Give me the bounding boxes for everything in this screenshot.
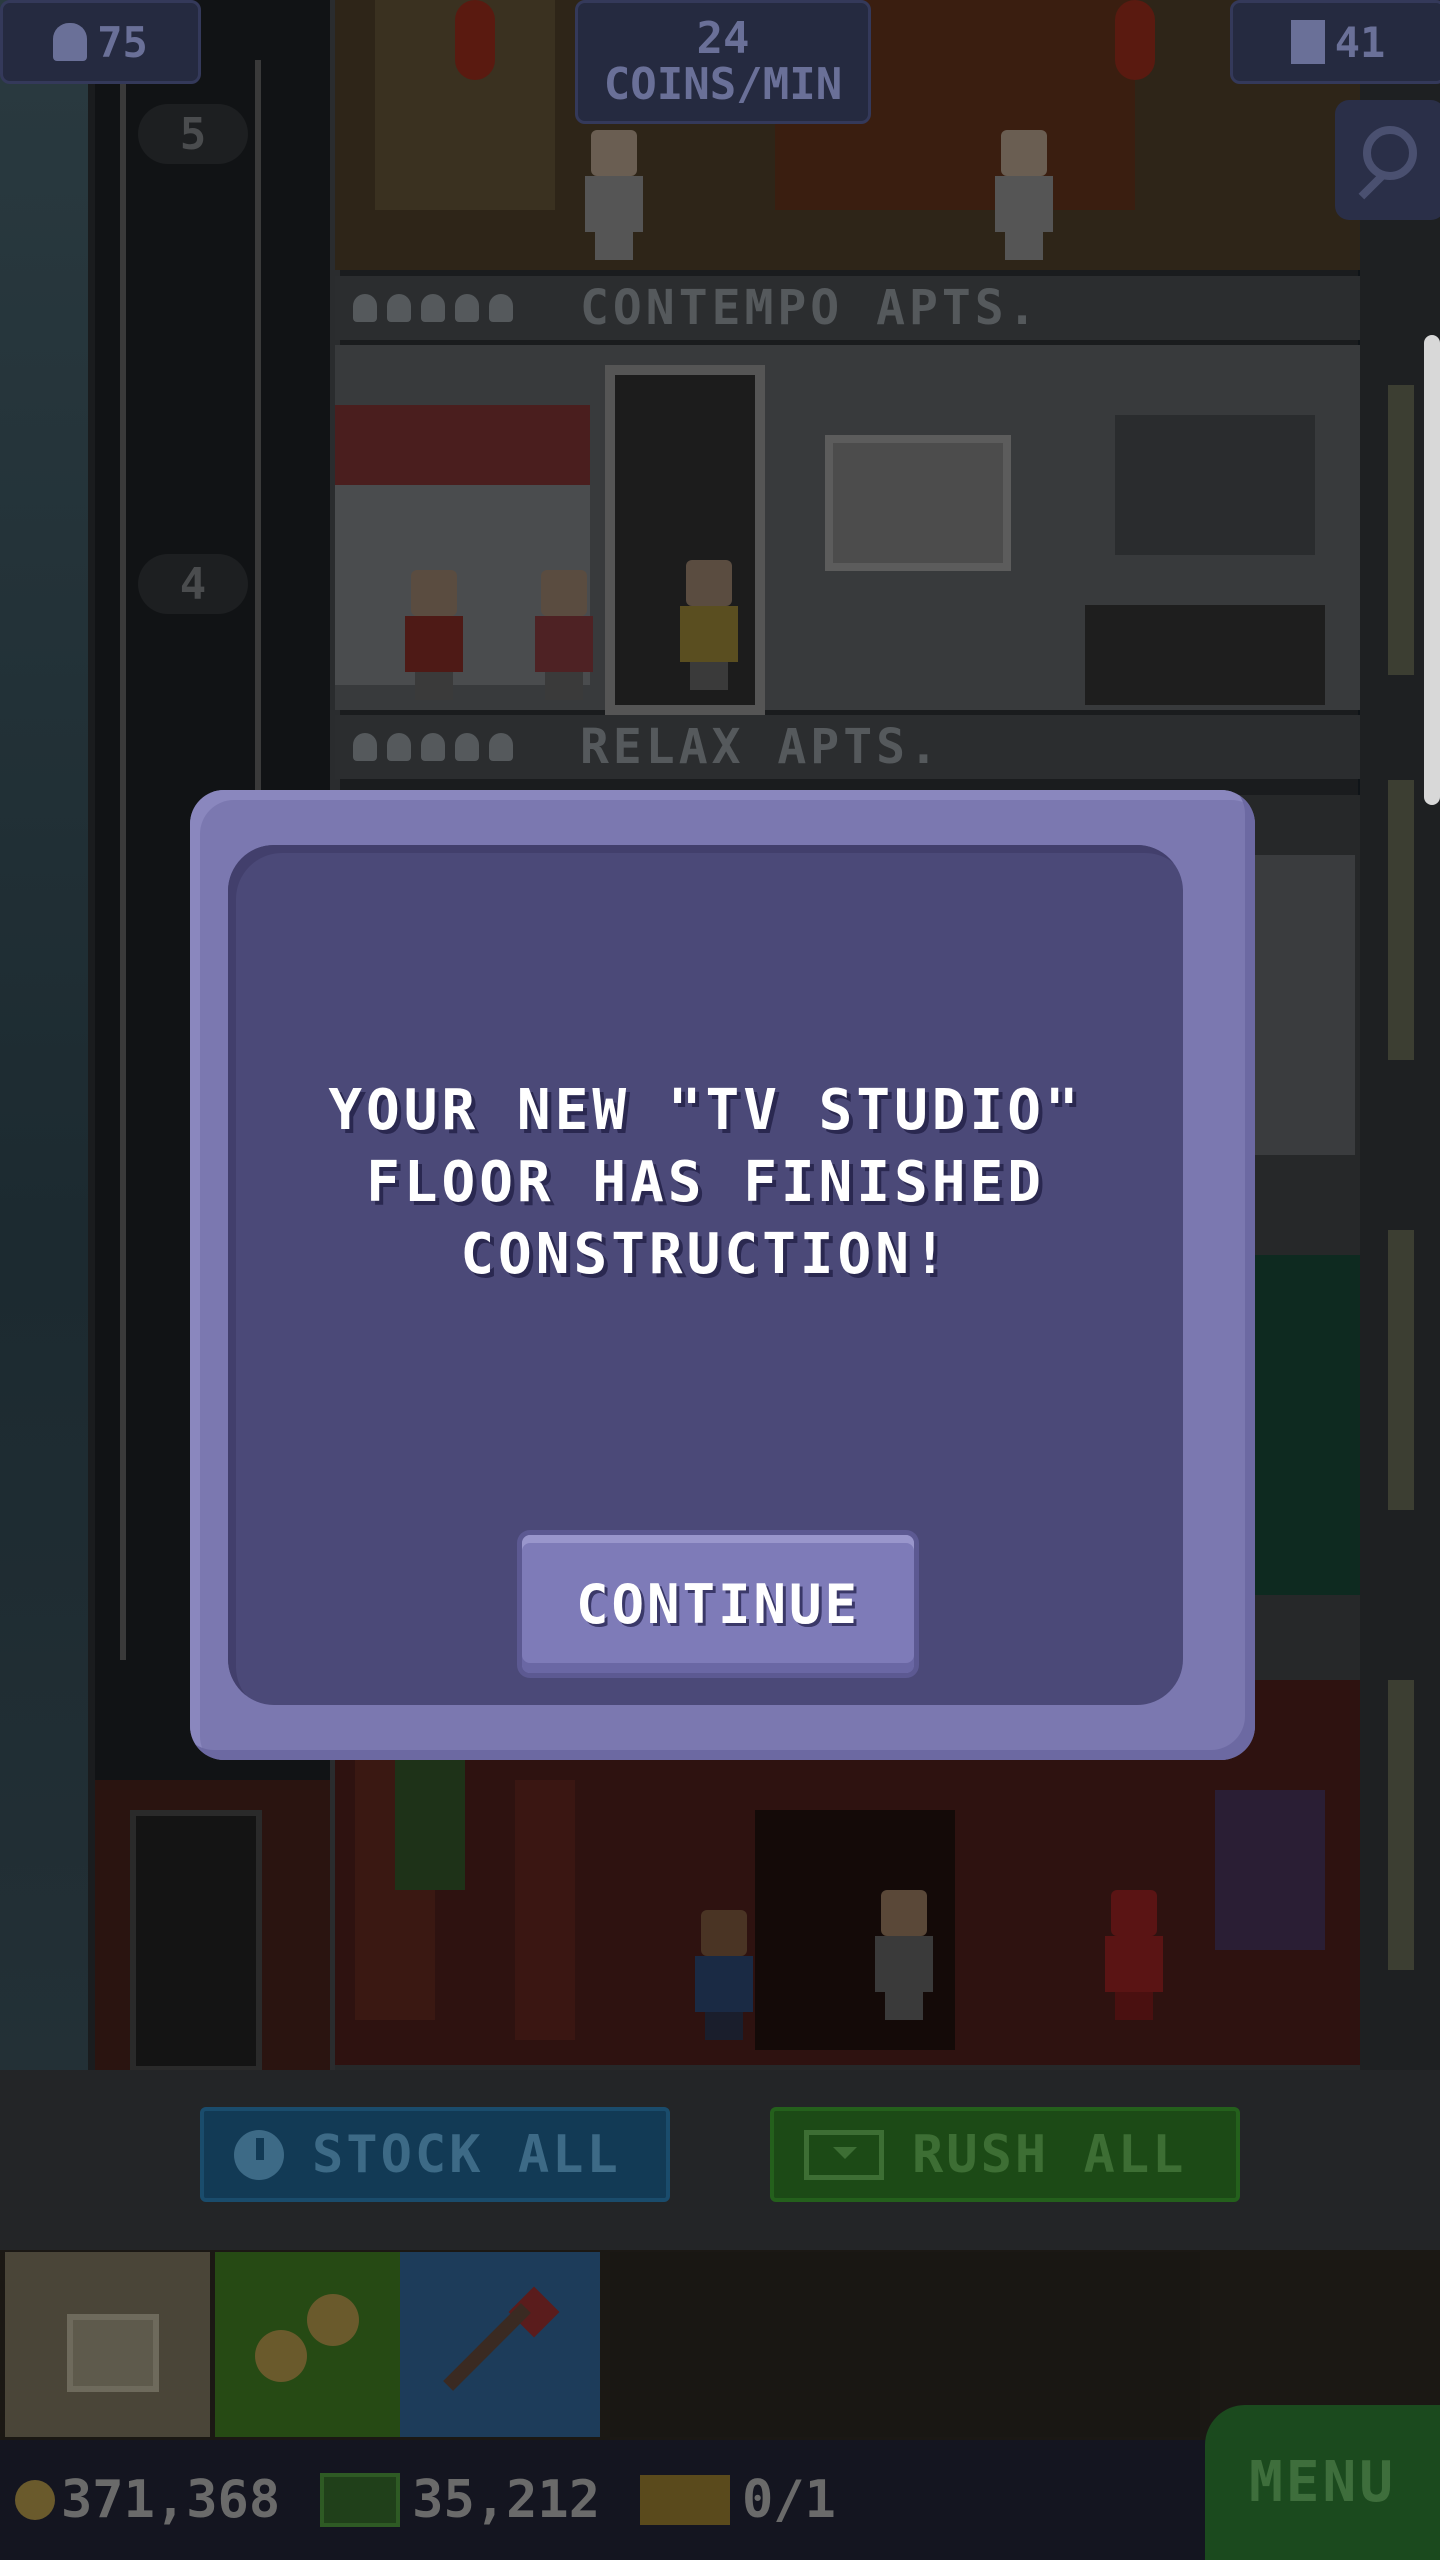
rush-all-button[interactable]: RUSH ALL [770, 2107, 1240, 2202]
bux-icon [320, 2473, 401, 2527]
resident[interactable] [875, 1890, 933, 2020]
resident[interactable] [995, 130, 1053, 260]
residents-icon [353, 733, 513, 761]
elevator-lobby [95, 1780, 330, 2072]
bed [1085, 605, 1325, 705]
side-slot [1388, 1680, 1414, 1970]
resident[interactable] [1105, 1890, 1163, 2020]
resident[interactable] [680, 560, 738, 690]
elevator-cable [120, 60, 126, 1660]
floor-room [335, 345, 1360, 715]
lantern [1115, 0, 1155, 80]
dialog-message-line1: YOUR NEW "TV STUDIO" [328, 1078, 1083, 1143]
person-icon [53, 23, 88, 61]
tickets-value: 0/1 [742, 2470, 836, 2530]
crate-icon[interactable] [5, 2252, 210, 2437]
continue-button[interactable]: CONTINUE [522, 1535, 914, 1673]
coin-icon [15, 2480, 55, 2520]
coins-value: 371,368 [61, 2470, 281, 2530]
coins-per-min-value: 24 [696, 13, 750, 64]
stock-all-button[interactable]: STOCK ALL [200, 2107, 670, 2202]
search-icon[interactable] [1335, 100, 1440, 220]
elevator-car[interactable] [130, 1810, 262, 2072]
clock-icon [234, 2129, 284, 2180]
side-slot [1388, 385, 1414, 675]
resident[interactable] [535, 570, 593, 700]
window [1255, 855, 1355, 1155]
dialog-message: YOUR NEW "TV STUDIO" FLOOR HAS FINISHED … [268, 1075, 1143, 1291]
rush-all-label: RUSH ALL [912, 2124, 1187, 2185]
residents-icon [353, 294, 513, 322]
side-slot [1388, 780, 1414, 1060]
coins-per-min-display[interactable]: 24 COINS/MIN [575, 0, 871, 124]
dialog-message-line2: FLOOR HAS FINISHED [366, 1150, 1045, 1215]
floor-relax-apts[interactable]: RELAX APTS. [335, 345, 1360, 790]
tab-bar-empty [610, 2252, 1200, 2437]
raffle-icon[interactable] [400, 2252, 600, 2437]
floor-number-5: 5 [138, 104, 248, 164]
floor-count[interactable]: 41 [1230, 0, 1440, 84]
floor-name: RELAX APTS. [580, 719, 942, 775]
floor-sign: CONTEMPO APTS. [335, 276, 1360, 340]
bookshelf [1115, 415, 1315, 555]
bux-value: 35,212 [412, 2470, 600, 2530]
lantern [455, 0, 495, 80]
floor-sign: RELAX APTS. [335, 715, 1360, 779]
pillar [515, 1780, 575, 2040]
cash-icon [804, 2129, 884, 2180]
scroll-handle[interactable] [1424, 335, 1440, 805]
ticket-icon [640, 2475, 730, 2525]
menu-button[interactable]: MENU [1205, 2405, 1440, 2560]
banner [1215, 1790, 1325, 1950]
population-counter[interactable]: 75 [0, 0, 201, 84]
game-screen: 5 4 CONTEMPO APTS. RELAX APTS. 75 24 COI… [0, 0, 1440, 2560]
dialog-message-line3: CONSTRUCTION! [460, 1222, 951, 1287]
construction-complete-dialog: YOUR NEW "TV STUDIO" FLOOR HAS FINISHED … [190, 790, 1255, 1760]
floor-name: CONTEMPO APTS. [580, 280, 1041, 336]
stock-all-label: STOCK ALL [312, 2124, 621, 2185]
floor-number-4: 4 [138, 554, 248, 614]
side-slot [1388, 1230, 1414, 1510]
building-icon [1290, 20, 1325, 64]
coins-icon[interactable] [215, 2252, 400, 2437]
resident[interactable] [695, 1910, 753, 2040]
coins-per-min-label: COINS/MIN [603, 59, 843, 110]
resident[interactable] [405, 570, 463, 700]
floor-count-value: 41 [1334, 17, 1386, 67]
tv-screen [825, 435, 1011, 571]
sky-background [0, 0, 88, 2070]
resident[interactable] [585, 130, 643, 260]
population-value: 75 [97, 17, 148, 67]
